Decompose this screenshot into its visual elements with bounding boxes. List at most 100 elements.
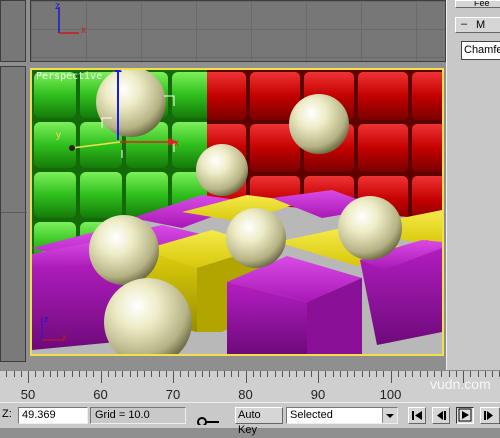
command-panel: Fee – M Chamfe — [446, 0, 500, 370]
timeline-tick-label: 70 — [165, 387, 181, 402]
timeline-tick — [49, 371, 51, 377]
selection-set-value: Selected — [290, 409, 333, 421]
timeline-tick — [245, 371, 247, 383]
axis-label-z: z — [55, 1, 60, 12]
corner-axis-x: x — [62, 332, 67, 342]
corner-axis-z: z — [44, 314, 49, 324]
timeline-tick — [144, 371, 145, 377]
next-frame-icon — [484, 411, 493, 420]
timeline-tick — [492, 371, 493, 377]
timeline-tick — [136, 371, 138, 377]
top-viewport[interactable]: z x — [30, 0, 446, 62]
collapse-icon: – — [461, 18, 468, 30]
timeline-tick — [267, 371, 269, 377]
timeline-tick — [260, 371, 261, 377]
goto-start-icon — [412, 411, 422, 420]
top-button[interactable]: Fee — [455, 0, 500, 8]
timeline-tick — [390, 371, 392, 383]
timeline-tick-label: 50 — [20, 387, 36, 402]
modifier-list-button[interactable]: – M — [455, 17, 500, 33]
left-viewport[interactable] — [0, 66, 27, 362]
key-icon[interactable] — [195, 408, 225, 427]
time-slider-ruler[interactable]: 50 60 70 80 90 100 — [0, 370, 500, 403]
timeline-tick — [20, 371, 22, 377]
timeline-tick — [78, 371, 80, 377]
timeline-tick — [28, 371, 29, 383]
timeline-tick — [129, 371, 131, 377]
timeline-tick — [238, 371, 240, 377]
timeline-tick-label: 90 — [310, 387, 326, 402]
timeline-tick — [361, 371, 363, 377]
timeline-tick — [325, 371, 327, 377]
left-viewport-top[interactable] — [0, 0, 26, 62]
axis-label-x: x — [81, 25, 86, 36]
timeline-tick — [86, 371, 87, 377]
timeline-tick — [6, 371, 8, 377]
modifier-list-label: M — [476, 19, 486, 31]
timeline-tick — [332, 371, 334, 377]
timeline-tick — [216, 371, 218, 377]
timeline-tick — [64, 371, 66, 377]
gizmo-axis-y: y — [56, 130, 61, 141]
timeline-tick — [412, 371, 414, 377]
timeline-tick-label: 60 — [93, 387, 108, 402]
goto-start-button[interactable] — [408, 407, 426, 424]
timeline-tick — [165, 371, 167, 377]
timeline-tick — [107, 371, 109, 377]
timeline-tick — [383, 371, 385, 377]
timeline-tick — [202, 371, 203, 377]
timeline-tick — [173, 371, 174, 383]
timeline-tick — [42, 371, 44, 377]
play-button[interactable] — [456, 407, 474, 424]
timeline-tick — [151, 371, 153, 377]
timeline-tick — [209, 371, 211, 377]
timeline-tick — [419, 371, 421, 377]
timeline-tick — [252, 371, 254, 377]
modifier-name-field[interactable]: Chamfe — [461, 41, 500, 60]
timeline-tick — [223, 371, 225, 377]
timeline-tick — [180, 371, 182, 377]
auto-key-button[interactable]: Auto Key — [235, 407, 283, 436]
timeline-tick — [281, 371, 283, 377]
timeline-tick — [426, 371, 428, 377]
perspective-viewport[interactable]: Perspective y x z x — [30, 68, 444, 356]
next-frame-button[interactable] — [480, 407, 500, 424]
corner-axis-icon — [41, 318, 64, 341]
dropdown-arrow-icon[interactable] — [382, 408, 397, 423]
timeline-tick — [376, 371, 377, 377]
timeline-tick — [397, 371, 399, 377]
timeline-tick — [231, 371, 232, 377]
play-icon — [458, 408, 472, 422]
timeline-tick — [296, 371, 298, 377]
timeline-tick — [289, 371, 290, 377]
z-coord-label: Z: — [2, 408, 12, 420]
timeline-tick — [347, 371, 348, 377]
timeline-tick — [158, 371, 160, 377]
prev-frame-button[interactable] — [432, 407, 450, 424]
timeline-tick — [405, 371, 406, 377]
timeline-tick-label: 80 — [238, 387, 253, 402]
timeline-tick — [57, 371, 58, 377]
timeline-tick — [71, 371, 73, 377]
timeline-tick — [35, 371, 37, 377]
viewport-label-perspective[interactable]: Perspective — [36, 71, 102, 82]
gizmo-axis-x: x — [174, 138, 179, 149]
timeline-tick — [122, 371, 124, 377]
status-bar: Z: 49.369 Grid = 10.0 Auto Key Selected — [0, 402, 500, 436]
timeline-tick-label: 100 — [379, 387, 402, 402]
timeline-tick — [274, 371, 276, 377]
perspective-scene — [32, 70, 442, 354]
selection-set-dropdown[interactable]: Selected — [286, 407, 398, 424]
grid-size-display: Grid = 10.0 — [90, 407, 186, 424]
timeline-tick — [339, 371, 341, 377]
timeline-tick — [13, 371, 15, 377]
timeline-tick — [187, 371, 189, 377]
z-coord-field[interactable]: 49.369 — [18, 407, 88, 424]
timeline-tick — [100, 371, 102, 383]
timeline-tick — [368, 371, 370, 377]
timeline-tick — [354, 371, 356, 377]
timeline-tick — [194, 371, 196, 377]
timeline-tick — [310, 371, 312, 377]
timeline-tick — [93, 371, 95, 377]
timeline-tick — [303, 371, 305, 377]
